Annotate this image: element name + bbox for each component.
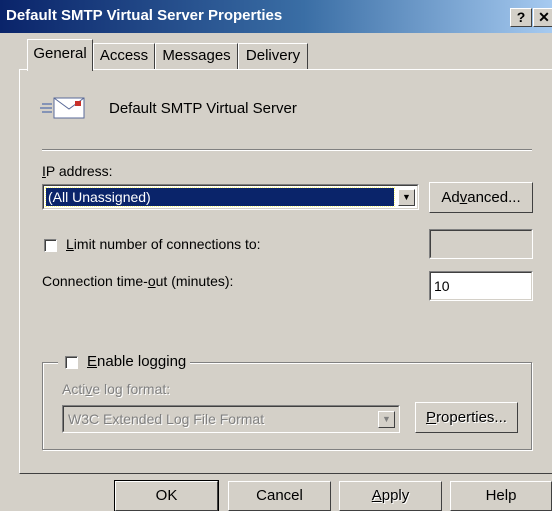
title-bar[interactable]: Default SMTP Virtual Server Properties ?… — [0, 0, 552, 33]
ip-address-selection: (All Unassigned) — [45, 187, 395, 207]
connection-timeout-label: Connection time-out (minutes): — [42, 273, 234, 289]
connection-timeout-value: 10 — [434, 278, 450, 294]
help-button[interactable]: ? — [510, 8, 532, 27]
chevron-down-icon[interactable]: ▼ — [398, 189, 415, 206]
ip-address-value: (All Unassigned) — [48, 189, 151, 205]
active-log-format-label: Active log format: — [62, 381, 171, 397]
enable-logging-label: Enable logging — [87, 353, 187, 370]
tab-messages[interactable]: Messages — [155, 43, 238, 69]
chevron-down-icon[interactable]: ▼ — [378, 411, 395, 428]
properties-dialog: Default SMTP Virtual Server Properties ?… — [0, 0, 552, 511]
ip-address-label: IP address: — [42, 163, 113, 179]
limit-connections-checkbox[interactable] — [44, 239, 57, 252]
cancel-button[interactable]: Cancel — [228, 481, 331, 511]
apply-button[interactable]: Apply — [339, 481, 442, 511]
ip-address-dropdown[interactable]: (All Unassigned) ▼ — [42, 184, 419, 210]
enable-logging-checkbox[interactable] — [65, 356, 78, 369]
tab-delivery[interactable]: Delivery — [238, 43, 308, 69]
server-name-label: Default SMTP Virtual Server — [109, 100, 297, 117]
limit-connections-input[interactable] — [429, 229, 533, 259]
help-bottom-button[interactable]: Help — [450, 481, 552, 511]
advanced-button[interactable]: Advanced... — [429, 182, 533, 213]
ok-button[interactable]: OK — [114, 480, 219, 511]
log-format-dropdown[interactable]: W3C Extended Log File Format ▼ — [62, 405, 400, 433]
window-title: Default SMTP Virtual Server Properties — [6, 7, 283, 24]
connection-timeout-input[interactable]: 10 — [429, 271, 533, 301]
log-properties-button[interactable]: Properties... — [415, 402, 518, 433]
tab-access[interactable]: Access — [93, 43, 155, 69]
close-button[interactable]: ✕ — [533, 8, 552, 27]
log-format-value: W3C Extended Log File Format — [68, 411, 265, 427]
tab-general[interactable]: General — [27, 39, 93, 71]
limit-connections-label: Limit number of connections to: — [66, 236, 261, 252]
divider — [42, 149, 532, 151]
smtp-server-envelope-icon — [38, 92, 90, 122]
